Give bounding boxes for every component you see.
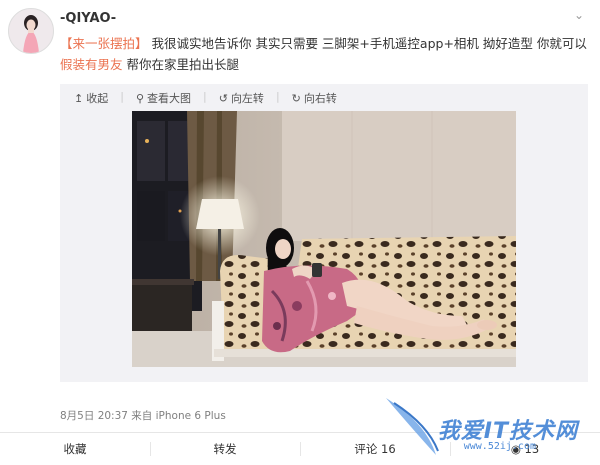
- media-toolbar: ↥ 收起 | ⚲ 查看大图 | ↺ 向左转 | ↻ 向右转: [72, 90, 339, 106]
- media-box: ↥ 收起 | ⚲ 查看大图 | ↺ 向左转 | ↻ 向右转: [60, 84, 588, 382]
- post-text-end: 帮你在家里拍出长腿: [122, 57, 239, 72]
- rotate-right-label: 向右转: [303, 92, 337, 105]
- highlight-link[interactable]: 假装有男友: [60, 57, 123, 72]
- search-icon: ⚲: [135, 91, 144, 105]
- repost-button[interactable]: 转发: [150, 433, 300, 465]
- rotate-right-button[interactable]: ↻ 向右转: [290, 90, 339, 106]
- collapse-icon: ↥: [74, 91, 84, 105]
- post-text-main: 我很诚实地告诉你 其实只需要 三脚架+手机遥控app+相机 拗好造型 你就可以: [147, 36, 587, 51]
- view-large-label: 查看大图: [147, 92, 191, 105]
- like-button[interactable]: ◉ 13: [450, 433, 600, 465]
- chevron-down-icon[interactable]: ⌄: [574, 8, 584, 22]
- toolbar-divider: |: [203, 90, 207, 103]
- toolbar-divider: |: [275, 90, 280, 103]
- rotate-left-icon: ↺: [218, 91, 228, 105]
- favorite-button[interactable]: 收藏: [0, 433, 150, 465]
- collapse-label: 收起: [86, 92, 109, 105]
- collapse-button[interactable]: ↥ 收起: [72, 90, 110, 106]
- thumbs-up-icon: ◉: [510, 442, 525, 456]
- toolbar-divider: |: [120, 90, 124, 103]
- rotate-right-icon: ↻: [291, 91, 301, 105]
- rotate-left-label: 向左转: [230, 92, 264, 105]
- rotate-left-button[interactable]: ↺ 向左转: [217, 90, 266, 106]
- comment-button[interactable]: 评论 16: [300, 433, 450, 465]
- hashtag-link[interactable]: 【来一张摆拍】: [60, 36, 148, 51]
- post-photo[interactable]: [132, 111, 516, 367]
- action-bar: 收藏 转发 评论 16 ◉ 13: [0, 433, 600, 465]
- post-text: 【来一张摆拍】 我很诚实地告诉你 其实只需要 三脚架+手机遥控app+相机 拗好…: [60, 33, 588, 75]
- like-count: 13: [524, 442, 540, 456]
- view-large-button[interactable]: ⚲ 查看大图: [134, 90, 193, 106]
- post-timestamp[interactable]: 8月5日 20:37 来自 iPhone 6 Plus: [60, 408, 226, 423]
- avatar[interactable]: [8, 8, 54, 54]
- username[interactable]: -QIYAO-: [60, 11, 116, 26]
